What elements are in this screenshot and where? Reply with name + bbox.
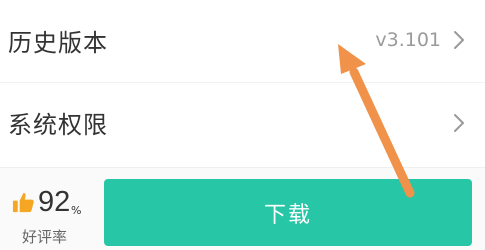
history-version-row[interactable]: 历史版本 v3.101 — [0, 0, 485, 80]
rating-caption: 好评率 — [22, 228, 68, 246]
rating-percent-sign: % — [71, 204, 82, 217]
system-permission-label: 系统权限 — [8, 111, 108, 139]
rating-block: 92 % 好评率 — [0, 168, 100, 250]
system-permission-row[interactable]: 系统权限 — [0, 82, 485, 162]
download-button[interactable]: 下载 — [104, 179, 472, 246]
bottom-action-bar: 92 % 好评率 下载 — [0, 167, 485, 250]
history-version-label: 历史版本 — [8, 28, 108, 57]
chevron-right-icon — [454, 113, 464, 132]
app-detail-page: 历史版本 v3.101 系统权限 92 % 好评率 下载 — [0, 0, 485, 250]
chevron-right-icon — [454, 31, 464, 49]
version-value: v3.101 — [375, 29, 441, 51]
rating-value: 92 — [38, 186, 71, 218]
thumbs-up-icon — [12, 192, 34, 213]
